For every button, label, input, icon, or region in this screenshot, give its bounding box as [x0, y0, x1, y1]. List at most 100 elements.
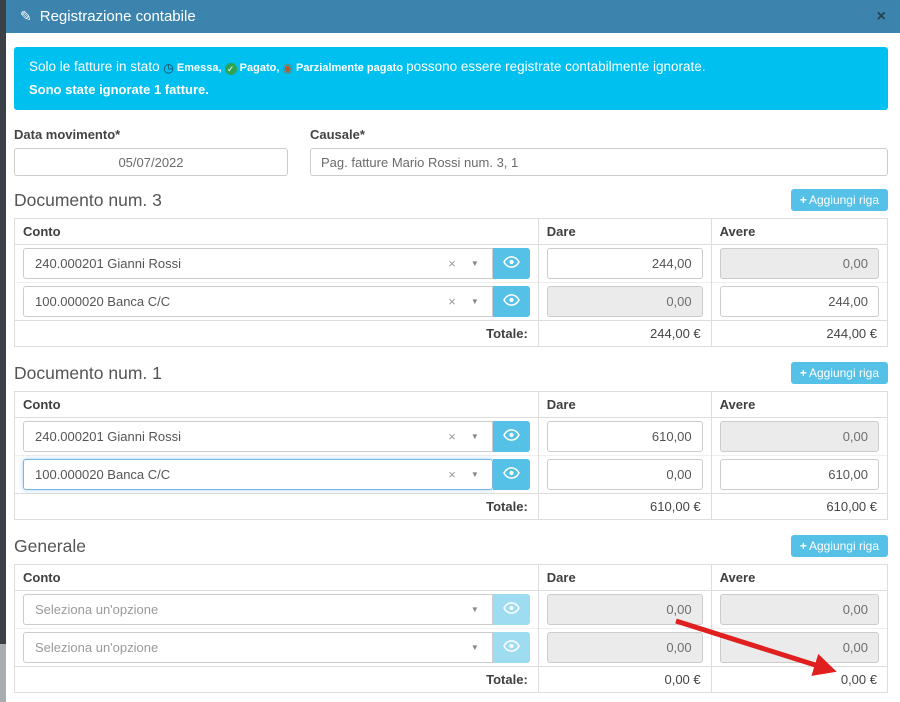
table-row: Seleziona un'opzione ▼ 0,00 0,00 — [15, 591, 888, 629]
date-input[interactable]: 05/07/2022 — [14, 148, 288, 176]
accounting-table: Conto Dare Avere Seleziona un'opzione ▼ — [14, 564, 888, 693]
form-row: Data movimento* 05/07/2022 Causale* Pag.… — [14, 127, 888, 176]
conto-select[interactable]: 240.000201 Gianni Rossi × ▼ — [23, 248, 493, 279]
totale-label: Totale: — [15, 667, 539, 693]
eye-icon — [503, 467, 520, 482]
eye-icon — [503, 294, 520, 309]
alert-suffix: possono essere registrate contabilmente … — [406, 59, 705, 74]
clear-icon[interactable]: × — [448, 429, 456, 444]
status-label: Emessa, — [177, 62, 222, 74]
conto-select[interactable]: 100.000020 Banca C/C × ▼ — [23, 286, 493, 317]
view-account-button[interactable] — [493, 421, 530, 452]
clear-icon[interactable]: × — [448, 256, 456, 271]
view-account-button[interactable] — [493, 459, 530, 490]
status-badge-pagato: ✓ Pagato, — [225, 62, 283, 74]
view-account-button[interactable] — [493, 286, 530, 317]
section-title: Documento num. 1 — [14, 363, 162, 384]
conto-select[interactable]: Seleziona un'opzione ▼ — [23, 632, 493, 663]
totale-row: Totale: 244,00 € 244,00 € — [15, 321, 888, 347]
date-label: Data movimento* — [14, 127, 288, 142]
status-label: Pagato, — [240, 62, 280, 74]
conto-placeholder: Seleziona un'opzione — [35, 602, 471, 617]
conto-value: 100.000020 Banca C/C — [35, 467, 442, 482]
avere-input: 0,00 — [720, 421, 879, 452]
modal-body: Solo le fatture in stato ◷ Emessa, ✓ Pag… — [6, 33, 900, 702]
avere-input[interactable]: 610,00 — [720, 459, 879, 490]
page-edge-light — [0, 644, 6, 702]
causale-label: Causale* — [310, 127, 888, 142]
plus-icon: + — [800, 193, 807, 207]
totale-label: Totale: — [15, 494, 539, 520]
close-icon[interactable]: × — [877, 9, 886, 25]
clear-icon[interactable]: × — [448, 294, 456, 309]
dare-input[interactable]: 0,00 — [547, 459, 703, 490]
page-edge-dark — [0, 0, 6, 644]
totale-avere: 244,00 € — [711, 321, 887, 347]
view-account-button — [493, 632, 530, 663]
info-alert: Solo le fatture in stato ◷ Emessa, ✓ Pag… — [14, 47, 888, 110]
table-row: 100.000020 Banca C/C × ▼ 0,00 244,00 — [15, 283, 888, 321]
eye-icon — [503, 429, 520, 444]
conto-select[interactable]: Seleziona un'opzione ▼ — [23, 594, 493, 625]
add-row-button[interactable]: +Aggiungi riga — [791, 535, 888, 557]
caret-down-icon: ▼ — [471, 432, 479, 441]
view-account-button — [493, 594, 530, 625]
totale-avere: 610,00 € — [711, 494, 887, 520]
table-row: 240.000201 Gianni Rossi × ▼ 610,00 0,00 — [15, 418, 888, 456]
status-label: Parzialmente pagato — [296, 62, 403, 74]
column-header-dare: Dare — [538, 392, 711, 418]
eye-icon — [503, 602, 520, 617]
totale-dare: 244,00 € — [538, 321, 711, 347]
table-row: Seleziona un'opzione ▼ 0,00 0,00 — [15, 629, 888, 667]
clear-icon[interactable]: × — [448, 467, 456, 482]
alert-prefix: Solo le fatture in stato — [29, 59, 160, 74]
causale-input[interactable]: Pag. fatture Mario Rossi num. 3, 1 — [310, 148, 888, 176]
conto-value: 240.000201 Gianni Rossi — [35, 256, 442, 271]
dare-input[interactable]: 610,00 — [547, 421, 703, 452]
dare-input[interactable]: 244,00 — [547, 248, 703, 279]
causale-field-group: Causale* Pag. fatture Mario Rossi num. 3… — [310, 127, 888, 176]
column-header-avere: Avere — [711, 219, 887, 245]
dare-input: 0,00 — [547, 286, 703, 317]
caret-down-icon: ▼ — [471, 643, 479, 652]
section-generale: Generale +Aggiungi riga Conto Dare Avere… — [14, 535, 888, 693]
eye-icon — [503, 256, 520, 271]
column-header-avere: Avere — [711, 392, 887, 418]
caret-down-icon: ▼ — [471, 297, 479, 306]
section-title: Generale — [14, 536, 86, 557]
column-header-conto: Conto — [15, 392, 539, 418]
avere-input[interactable]: 244,00 — [720, 286, 879, 317]
clock-icon: ◷ — [163, 58, 173, 79]
table-row: 100.000020 Banca C/C × ▼ 0,00 610,00 — [15, 456, 888, 494]
section-documento-1: Documento num. 1 +Aggiungi riga Conto Da… — [14, 362, 888, 520]
totale-row: Totale: 610,00 € 610,00 € — [15, 494, 888, 520]
eye-icon — [503, 640, 520, 655]
accounting-table: Conto Dare Avere 240.000201 Gianni Rossi… — [14, 391, 888, 520]
column-header-conto: Conto — [15, 219, 539, 245]
partial-circle-icon: ◉ — [282, 58, 292, 79]
conto-select[interactable]: 240.000201 Gianni Rossi × ▼ — [23, 421, 493, 452]
add-row-label: Aggiungi riga — [809, 193, 879, 207]
totale-label: Totale: — [15, 321, 539, 347]
dare-input: 0,00 — [547, 594, 703, 625]
plus-icon: + — [800, 366, 807, 380]
add-row-label: Aggiungi riga — [809, 539, 879, 553]
modal-title: Registrazione contabile — [40, 8, 196, 25]
check-circle-icon: ✓ — [225, 63, 237, 75]
view-account-button[interactable] — [493, 248, 530, 279]
column-header-dare: Dare — [538, 219, 711, 245]
totale-dare: 0,00 € — [538, 667, 711, 693]
avere-input: 0,00 — [720, 632, 879, 663]
column-header-conto: Conto — [15, 565, 539, 591]
add-row-button[interactable]: +Aggiungi riga — [791, 362, 888, 384]
conto-select[interactable]: 100.000020 Banca C/C × ▼ — [23, 459, 493, 490]
add-row-button[interactable]: +Aggiungi riga — [791, 189, 888, 211]
modal-header: ✎ Registrazione contabile × — [6, 0, 900, 33]
pencil-icon: ✎ — [20, 8, 32, 25]
table-row: 240.000201 Gianni Rossi × ▼ 244,00 0,00 — [15, 245, 888, 283]
alert-line1: Solo le fatture in stato ◷ Emessa, ✓ Pag… — [29, 56, 873, 79]
column-header-avere: Avere — [711, 565, 887, 591]
totale-avere: 0,00 € — [711, 667, 887, 693]
conto-value: 240.000201 Gianni Rossi — [35, 429, 442, 444]
status-badge-emessa: ◷ Emessa, — [163, 62, 224, 74]
